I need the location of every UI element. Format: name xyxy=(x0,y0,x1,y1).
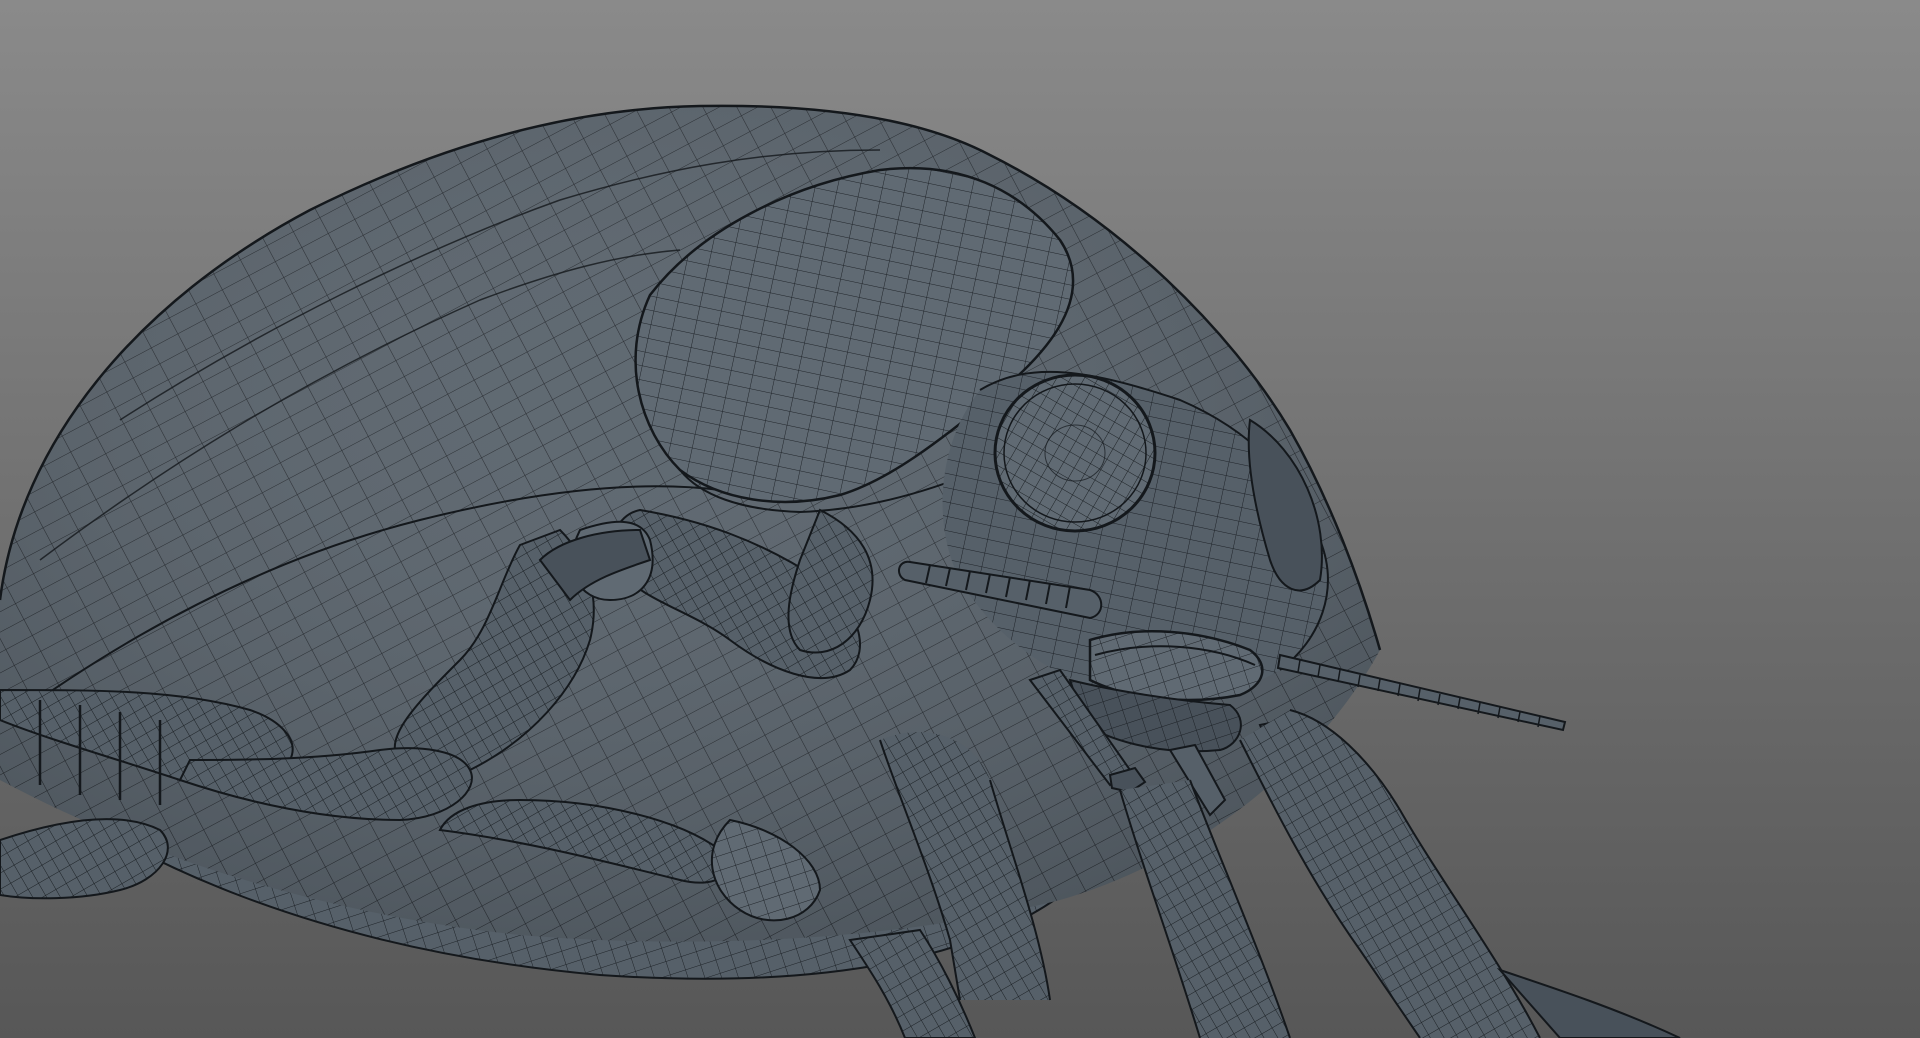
beetle-eye[interactable] xyxy=(993,373,1157,533)
3d-viewport[interactable] xyxy=(0,0,1920,1038)
viewport-canvas[interactable] xyxy=(0,0,1920,1038)
